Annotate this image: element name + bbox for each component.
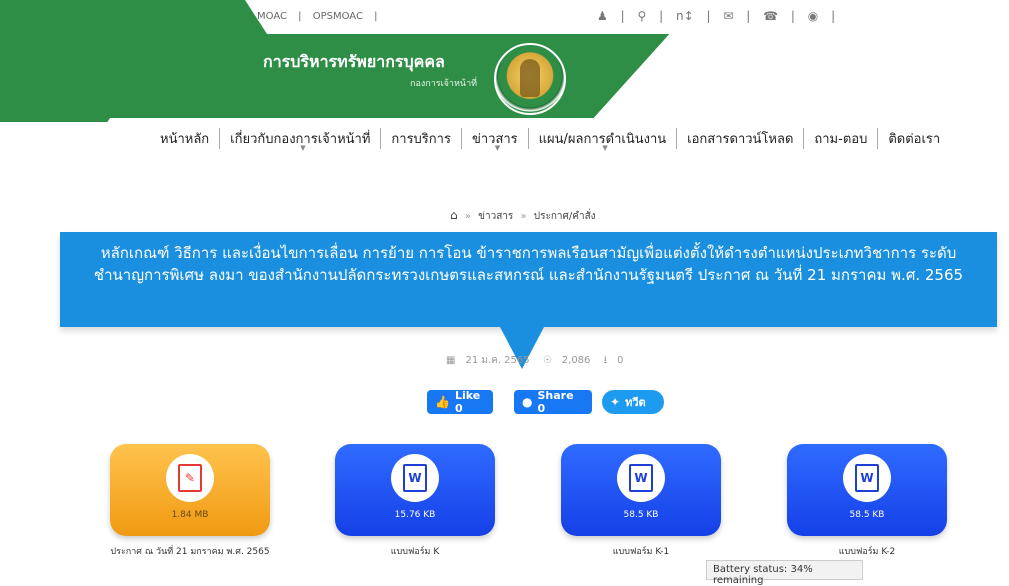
- file-size: 1.84 MB: [171, 510, 209, 520]
- nav-label: การบริการ: [391, 132, 451, 147]
- facebook-like-button[interactable]: 👍 Like 0: [427, 389, 493, 415]
- chevron-down-icon: ▼: [300, 144, 306, 152]
- search-icon[interactable]: ⚲: [637, 9, 646, 23]
- tweet-button[interactable]: ✦ ทวีต: [602, 390, 664, 414]
- twitter-bird-icon: ✦: [610, 395, 621, 409]
- word-icon: W: [617, 454, 665, 502]
- user-icon[interactable]: ♟: [597, 9, 608, 23]
- topbar-links: MOAC | OPSMOAC |: [257, 11, 386, 22]
- divider: |: [706, 9, 711, 23]
- nav-label: ถาม-ตอบ: [814, 132, 868, 147]
- breadcrumb-separator: »: [520, 211, 527, 222]
- file-size: 58.5 KB: [849, 510, 885, 520]
- article-views: 2,086: [561, 355, 591, 366]
- logo-figure: [520, 59, 540, 97]
- download-icon: ⭳: [603, 355, 608, 366]
- topbar-icons: ♟ | ⚲ | n↕ | ✉ | ☎ | ◉ |: [597, 9, 844, 23]
- divider: |: [790, 9, 795, 23]
- ministry-logo[interactable]: [494, 43, 566, 115]
- breadcrumb-item-announcements[interactable]: ประกาศ/คำสั่ง: [534, 211, 596, 222]
- status-tooltip: Battery status: 34% remaining: [706, 560, 863, 586]
- eye-icon: ☉: [542, 355, 552, 366]
- word-icon: W: [391, 454, 439, 502]
- thumbs-up-icon: 👍: [435, 395, 450, 409]
- main-nav: หน้าหลัก เกี่ยวกับกองการเจ้าหน้าที่ ▼ การบร…: [150, 128, 950, 152]
- nav-item-about[interactable]: เกี่ยวกับกองการเจ้าหน้าที่ ▼: [220, 128, 382, 152]
- home-icon[interactable]: ⌂: [450, 208, 458, 222]
- topbar-link-opsmoac[interactable]: OPSMOAC: [313, 11, 363, 22]
- nav-item-services[interactable]: การบริการ: [381, 128, 462, 149]
- file-card-word-k2[interactable]: W 58.5 KB: [787, 444, 947, 536]
- nav-label: ติดต่อเรา: [888, 132, 941, 147]
- breadcrumb-item-news[interactable]: ข่าวสาร: [478, 211, 513, 222]
- nav-item-news[interactable]: ข่าวสาร ▼: [462, 128, 529, 152]
- file-size: 58.5 KB: [623, 510, 659, 520]
- pdf-icon: ✎: [166, 454, 214, 502]
- divider: |: [620, 9, 625, 23]
- article-downloads: 0: [617, 355, 624, 366]
- file-caption[interactable]: แบบฟอร์ม K: [305, 544, 525, 558]
- divider: |: [298, 11, 302, 22]
- nav-item-faq[interactable]: ถาม-ตอบ: [804, 128, 879, 149]
- divider: |: [746, 9, 751, 23]
- phone-icon[interactable]: ☎: [763, 9, 778, 23]
- mail-icon[interactable]: ✉: [723, 9, 733, 23]
- like-label: Like 0: [454, 389, 481, 415]
- article-title-box: หลักเกณฑ์ วิธีการ และเงื่อนไขการเลื่อน ก…: [60, 232, 997, 327]
- nav-item-plans[interactable]: แผน/ผลการดำเนินงาน ▼: [529, 128, 678, 152]
- nav-item-home[interactable]: หน้าหลัก: [150, 128, 221, 149]
- chevron-down-icon: ▼: [602, 144, 608, 152]
- divider: |: [659, 9, 664, 23]
- file-card-pdf[interactable]: ✎ 1.84 MB: [110, 444, 270, 536]
- font-size-icon[interactable]: n↕: [676, 9, 694, 23]
- nav-label: เอกสารดาวน์โหลด: [687, 132, 794, 147]
- facebook-icon: ●: [522, 395, 533, 409]
- nav-label: หน้าหลัก: [160, 132, 210, 147]
- breadcrumb-separator: »: [464, 211, 471, 222]
- file-caption[interactable]: แบบฟอร์ม K-1: [531, 544, 751, 558]
- divider: |: [374, 11, 378, 22]
- page-title: หลักเกณฑ์ วิธีการ และเงื่อนไขการเลื่อน ก…: [93, 244, 964, 284]
- word-icon: W: [843, 454, 891, 502]
- file-card-word-k[interactable]: W 15.76 KB: [335, 444, 495, 536]
- topbar: MOAC | OPSMOAC | ♟ | ⚲ | n↕ | ✉ | ☎ | ◉ …: [245, 0, 845, 34]
- site-title[interactable]: การบริหารทรัพยากรบุคคล: [263, 50, 445, 75]
- file-size: 15.76 KB: [394, 510, 436, 520]
- nav-item-downloads[interactable]: เอกสารดาวน์โหลด: [677, 128, 805, 149]
- article-date: 21 ม.ค. 2565: [465, 355, 530, 366]
- nav-item-contact[interactable]: ติดต่อเรา: [878, 128, 950, 149]
- share-label: Share 0: [537, 389, 574, 415]
- breadcrumb: ⌂ » ข่าวสาร » ประกาศ/คำสั่ง: [450, 208, 596, 224]
- chevron-down-icon: ▼: [494, 144, 501, 152]
- divider: |: [831, 9, 836, 23]
- calendar-icon: ▦: [446, 355, 456, 366]
- article-meta: ▦ 21 ม.ค. 2565 ☉ 2,086 ⭳ 0: [446, 353, 633, 370]
- topbar-link-moac[interactable]: MOAC: [257, 11, 287, 22]
- site-subtitle: กองการเจ้าหน้าที่: [410, 79, 478, 89]
- file-card-word-k1[interactable]: W 58.5 KB: [561, 444, 721, 536]
- file-caption[interactable]: แบบฟอร์ม K-2: [757, 544, 977, 558]
- tweet-label: ทวีต: [625, 396, 646, 409]
- facebook-share-button[interactable]: ● Share 0: [514, 389, 592, 415]
- file-caption[interactable]: ประกาศ ณ วันที่ 21 มกราคม พ.ศ. 2565: [80, 544, 300, 558]
- location-icon[interactable]: ◉: [808, 9, 818, 23]
